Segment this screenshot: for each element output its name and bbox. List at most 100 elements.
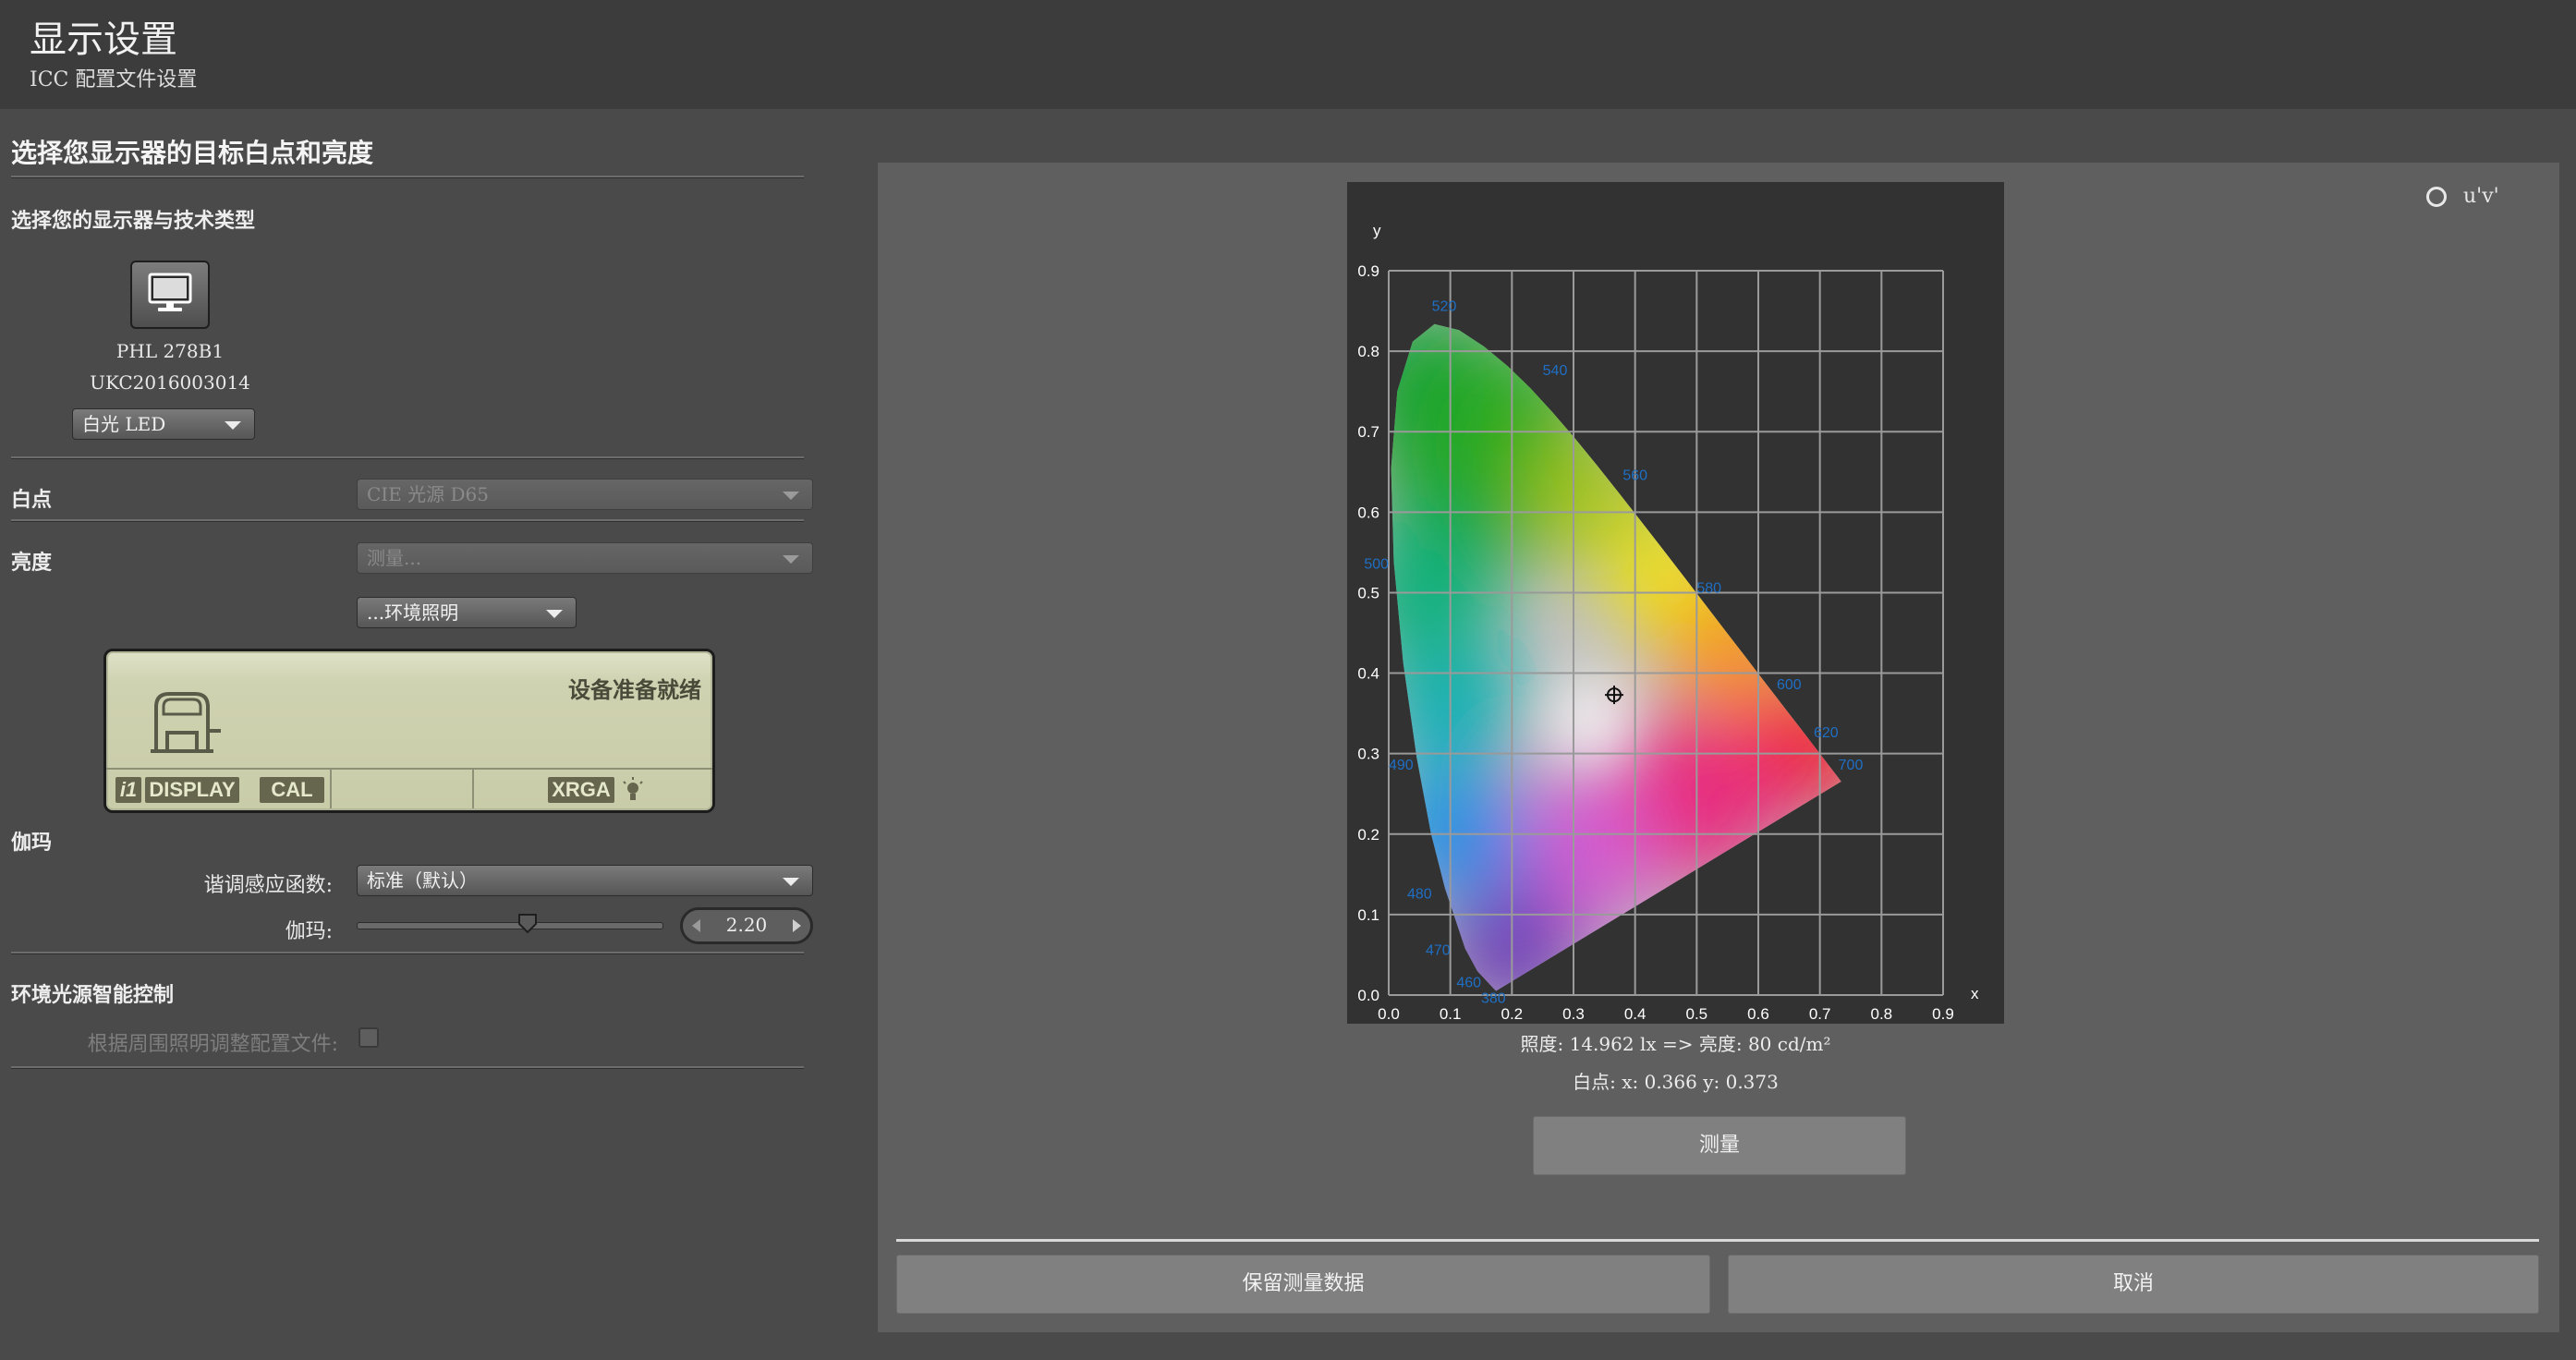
x-tick-label: 0.1 bbox=[1440, 1005, 1462, 1023]
x-tick-label: 0.3 bbox=[1562, 1005, 1585, 1023]
keep-measurement-button[interactable]: 保留测量数据 bbox=[896, 1255, 1710, 1314]
gamma-slider-thumb[interactable] bbox=[517, 913, 538, 934]
x-tick-label: 0.4 bbox=[1624, 1005, 1646, 1023]
ambient-light-button[interactable]: ...环境照明 bbox=[357, 597, 577, 628]
y-tick-label: 0.2 bbox=[1357, 826, 1379, 844]
x-tick-label: 0.8 bbox=[1871, 1005, 1893, 1023]
x-tick-label: 0.9 bbox=[1932, 1005, 1954, 1023]
divider bbox=[896, 1239, 2539, 1242]
device-status-panel: 设备准备就绪 i1 DISPLAY CAL XRGA bbox=[103, 649, 715, 813]
gamma-value: 2.20 bbox=[725, 914, 768, 936]
monitor-name: PHL 278B1 bbox=[115, 340, 225, 362]
wavelength-label: 580 bbox=[1696, 580, 1721, 596]
wavelength-label: 460 bbox=[1456, 975, 1481, 990]
display-section-heading: 选择您的显示器与技术类型 bbox=[11, 209, 256, 233]
wavelength-label: 500 bbox=[1364, 556, 1389, 572]
uv-radio-button[interactable] bbox=[2426, 187, 2447, 207]
cancel-button[interactable]: 取消 bbox=[1728, 1255, 2539, 1314]
whitepoint-dropdown[interactable]: CIE 光源 D65 bbox=[357, 479, 813, 510]
instrument-icon bbox=[147, 686, 226, 762]
gamma-section-label: 伽玛 bbox=[11, 831, 53, 855]
y-tick-label: 0.4 bbox=[1357, 665, 1379, 683]
gamma-spinbox[interactable]: 2.20 bbox=[680, 907, 813, 944]
x-axis-label: x bbox=[1971, 985, 1979, 1002]
xrga-badge: XRGA bbox=[548, 777, 614, 803]
technology-value: 白光 LED bbox=[82, 413, 166, 435]
device-status-text: 设备准备就绪 bbox=[568, 676, 701, 703]
divider bbox=[11, 952, 804, 954]
y-tick-label: 0.1 bbox=[1357, 906, 1379, 924]
trc-label: 谐调感应函数: bbox=[203, 874, 333, 897]
chevron-down-icon bbox=[783, 878, 799, 886]
page-subtitle: ICC 配置文件设置 bbox=[30, 68, 198, 91]
chevron-down-icon bbox=[546, 610, 563, 618]
chevron-down-icon bbox=[783, 492, 799, 500]
wavelength-label: 540 bbox=[1543, 363, 1568, 379]
chevron-down-icon bbox=[783, 555, 799, 564]
whitepoint-readout: 白点: x: 0.366 y: 0.373 bbox=[1573, 1071, 1779, 1093]
cie-chart-svg: 0.0 0.1 0.2 0.3 0.4 0.5 0.6 0.7 0.8 0.9 0.0 0.1 0.2 0… bbox=[1357, 222, 1979, 1023]
technology-dropdown[interactable]: 白光 LED bbox=[72, 408, 255, 440]
x-tick-label: 0.5 bbox=[1686, 1005, 1708, 1023]
illuminance-readout: 照度: 14.962 lx => 亮度: 80 cd/m² bbox=[1520, 1033, 1831, 1055]
wavelength-label: 600 bbox=[1777, 677, 1802, 693]
main-heading: 选择您显示器的目标白点和亮度 bbox=[11, 138, 374, 168]
cal-badge: CAL bbox=[260, 777, 324, 803]
luminance-value: 测量... bbox=[367, 547, 422, 569]
y-tick-label: 0.0 bbox=[1357, 987, 1379, 1004]
luminance-label: 亮度 bbox=[11, 551, 53, 575]
device-status-strip: i1 DISPLAY CAL XRGA bbox=[106, 768, 712, 810]
y-axis-label: y bbox=[1373, 222, 1381, 239]
whitepoint-value: CIE 光源 D65 bbox=[367, 483, 490, 505]
y-tick-label: 0.5 bbox=[1357, 584, 1379, 601]
whitepoint-label: 白点 bbox=[11, 488, 53, 512]
wavelength-label: 470 bbox=[1426, 942, 1451, 958]
display-badge: DISPLAY bbox=[145, 777, 239, 803]
increment-arrow-icon[interactable] bbox=[793, 919, 801, 932]
divider bbox=[472, 770, 474, 808]
trc-value: 标准（默认） bbox=[367, 869, 478, 892]
y-tick-label: 0.6 bbox=[1357, 504, 1379, 521]
divider bbox=[11, 1066, 804, 1069]
ambient-adjust-label: 根据周围照明调整配置文件: bbox=[87, 1033, 338, 1056]
chevron-down-icon bbox=[225, 421, 241, 430]
i1-badge: i1 bbox=[115, 777, 141, 803]
monitor-icon[interactable] bbox=[130, 261, 210, 329]
gamut-color-blob bbox=[1666, 588, 1789, 710]
y-tick-label: 0.3 bbox=[1357, 746, 1379, 763]
ambient-light-icon bbox=[622, 777, 644, 803]
divider bbox=[11, 519, 804, 522]
wavelength-label: 380 bbox=[1481, 991, 1506, 1007]
wavelength-label: 480 bbox=[1407, 886, 1432, 902]
x-tick-label: 0.2 bbox=[1501, 1005, 1524, 1023]
divider bbox=[11, 456, 804, 459]
wavelength-label: 490 bbox=[1389, 758, 1414, 773]
ambient-adjust-checkbox[interactable] bbox=[358, 1027, 379, 1048]
x-tick-label: 0.0 bbox=[1378, 1005, 1400, 1023]
y-tick-label: 0.7 bbox=[1357, 423, 1379, 441]
y-tick-label: 0.9 bbox=[1357, 262, 1379, 280]
trc-dropdown[interactable]: 标准（默认） bbox=[357, 865, 813, 896]
monitor-serial: UKC2016003014 bbox=[90, 371, 250, 394]
wavelength-label: 700 bbox=[1839, 758, 1864, 773]
window-header: 显示设置 ICC 配置文件设置 bbox=[0, 0, 2576, 109]
wavelength-label: 620 bbox=[1814, 725, 1839, 741]
gamma-label: 伽玛: bbox=[285, 920, 333, 943]
cie-chromaticity-chart: 0.0 0.1 0.2 0.3 0.4 0.5 0.6 0.7 0.8 0.9 0.0 0.1 0.2 0… bbox=[1347, 182, 2004, 1024]
uv-radio-label: u'v' bbox=[2463, 185, 2499, 208]
divider bbox=[330, 770, 332, 808]
luminance-dropdown[interactable]: 测量... bbox=[357, 542, 813, 574]
ambient-light-label: ...环境照明 bbox=[367, 601, 459, 624]
y-tick-label: 0.8 bbox=[1357, 343, 1379, 360]
page-title: 显示设置 bbox=[30, 18, 177, 61]
x-tick-label: 0.7 bbox=[1809, 1005, 1831, 1023]
wavelength-label: 520 bbox=[1432, 299, 1457, 315]
measure-button[interactable]: 测量 bbox=[1533, 1116, 1906, 1175]
gamma-slider[interactable] bbox=[357, 922, 663, 929]
x-tick-label: 0.6 bbox=[1747, 1005, 1769, 1023]
decrement-arrow-icon[interactable] bbox=[692, 919, 700, 932]
wavelength-label: 560 bbox=[1622, 468, 1647, 483]
divider bbox=[11, 176, 804, 178]
ambient-control-heading: 环境光源智能控制 bbox=[11, 983, 175, 1007]
monitor-glyph bbox=[148, 273, 192, 311]
